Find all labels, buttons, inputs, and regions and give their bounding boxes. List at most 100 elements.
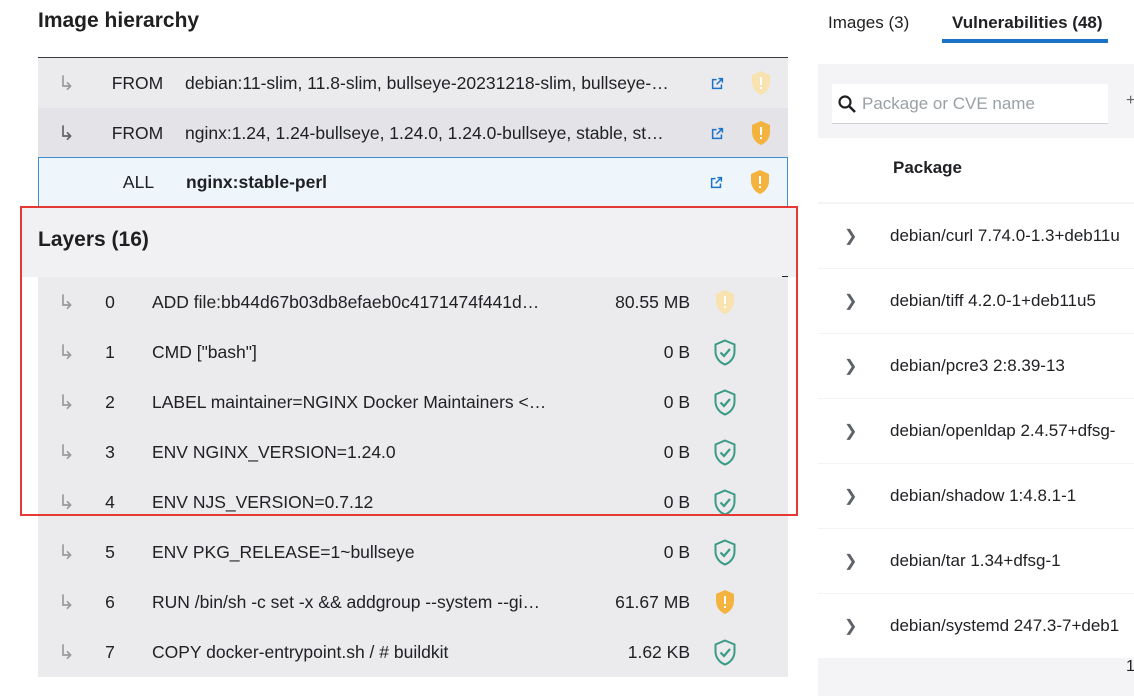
- subdirectory-arrow-icon: ↳: [58, 72, 75, 95]
- package-name: debian/tiff 4.2.0-1+deb11u5: [890, 291, 1096, 310]
- package-row[interactable]: ❯ debian/openldap 2.4.57+dfsg-: [818, 399, 1134, 463]
- search-icon: [832, 94, 862, 114]
- chevron-right-icon[interactable]: ❯: [818, 616, 890, 636]
- hierarchy-image-name: nginx:stable-perl: [186, 171, 327, 192]
- layer-command: CMD ["bash"]: [152, 341, 257, 362]
- tab-images[interactable]: Images (3): [828, 13, 909, 33]
- package-row[interactable]: ❯ debian/tiff 4.2.0-1+deb11u5: [818, 269, 1134, 333]
- package-name: debian/tar 1.34+dfsg-1: [890, 551, 1061, 570]
- app-root: Image hierarchy ↳ FROM debian:11-slim, 1…: [0, 0, 1134, 696]
- verified-shield-icon: [690, 438, 760, 466]
- chevron-right-icon[interactable]: ❯: [818, 551, 890, 571]
- pagination[interactable]: 1: [1126, 658, 1134, 676]
- warning-shield-icon: [733, 120, 788, 146]
- package-header-label: Package: [893, 158, 962, 177]
- tab-vulnerabilities[interactable]: Vulnerabilities (48): [952, 13, 1103, 33]
- search-box: [832, 84, 1108, 124]
- layer-row[interactable]: ↳ 6 RUN /bin/sh -c set -x && addgroup --sy…: [38, 577, 788, 627]
- verified-shield-icon: [690, 388, 760, 416]
- hierarchy-image-name: debian:11-slim, 11.8-slim, bullseye-2023…: [185, 72, 683, 93]
- package-name: debian/shadow 1:4.8.1-1: [890, 486, 1077, 505]
- layer-size: 0 B: [663, 341, 690, 362]
- chevron-right-icon[interactable]: ❯: [818, 356, 890, 376]
- layer-index: 0: [105, 291, 115, 312]
- subdirectory-arrow-icon: ↳: [58, 291, 75, 314]
- hierarchy-kind: FROM: [111, 122, 164, 143]
- package-name: debian/pcre3 2:8.39-13: [890, 356, 1065, 375]
- subdirectory-arrow-icon: ↳: [58, 641, 75, 664]
- layer-size: 80.55 MB: [615, 291, 690, 312]
- image-hierarchy-panel: Image hierarchy ↳ FROM debian:11-slim, 1…: [0, 0, 800, 696]
- layer-row[interactable]: ↳ 7 COPY docker-entrypoint.sh / # buildkit…: [38, 627, 788, 677]
- subdirectory-arrow-icon: ↳: [58, 341, 75, 364]
- image-hierarchy-title: Image hierarchy: [38, 9, 200, 32]
- layer-command: LABEL maintainer=NGINX Docker Maintainer…: [152, 391, 556, 412]
- package-row[interactable]: ❯ debian/pcre3 2:8.39-13: [818, 334, 1134, 398]
- package-row[interactable]: ❯ debian/systemd 247.3-7+deb1: [818, 594, 1134, 658]
- hierarchy-kind: FROM: [111, 72, 164, 93]
- vulnerabilities-panel: Images (3) Vulnerabilities (48) + Packag…: [800, 0, 1134, 696]
- layer-index: 6: [105, 591, 115, 612]
- verified-shield-icon: [690, 338, 760, 366]
- layer-size: 0 B: [663, 441, 690, 462]
- open-in-new-icon[interactable]: [701, 126, 733, 141]
- hierarchy-image-name: nginx:1.24, 1.24-bullseye, 1.24.0, 1.24.…: [185, 122, 701, 143]
- package-column-header: Package: [818, 138, 1134, 202]
- layers-title: Layers (16): [38, 228, 149, 251]
- package-name: debian/systemd 247.3-7+deb1: [890, 616, 1120, 635]
- package-name: debian/curl 7.74.0-1.3+deb11u: [890, 226, 1120, 245]
- package-row[interactable]: ❯ debian/shadow 1:4.8.1-1: [818, 464, 1134, 528]
- hierarchy-row-selected[interactable]: ALL nginx:stable-perl: [38, 157, 788, 207]
- add-filter-icon[interactable]: +: [1126, 92, 1134, 110]
- layer-index: 3: [105, 441, 115, 462]
- package-row[interactable]: ❯ debian/tar 1.34+dfsg-1: [818, 529, 1134, 593]
- layer-row[interactable]: ↳ 5 ENV PKG_RELEASE=1~bullseye 0 B: [38, 527, 788, 577]
- subdirectory-arrow-icon: ↳: [58, 122, 75, 145]
- layer-command: ADD file:bb44d67b03db8efaeb0c4171474f441…: [152, 291, 549, 312]
- layer-size: 0 B: [663, 391, 690, 412]
- layer-row[interactable]: ↳ 2 LABEL maintainer=NGINX Docker Maintain…: [38, 377, 788, 427]
- verified-shield-icon: [690, 488, 760, 516]
- layer-row[interactable]: ↳ 0 ADD file:bb44d67b03db8efaeb0c4171474f4…: [38, 277, 788, 327]
- layer-size: 61.67 MB: [615, 591, 690, 612]
- subdirectory-arrow-icon: ↳: [58, 491, 75, 514]
- layer-command: ENV NJS_VERSION=0.7.12: [152, 491, 374, 512]
- hierarchy-kind: ALL: [122, 171, 155, 192]
- hierarchy-row[interactable]: ↳ FROM debian:11-slim, 11.8-slim, bullse…: [38, 58, 788, 108]
- layer-index: 2: [105, 391, 115, 412]
- layer-command: ENV NGINX_VERSION=1.24.0: [152, 441, 396, 462]
- layer-size: 0 B: [663, 541, 690, 562]
- layer-row[interactable]: ↳ 4 ENV NJS_VERSION=0.7.12 0 B: [38, 477, 788, 527]
- hierarchy-row[interactable]: ↳ FROM nginx:1.24, 1.24-bullseye, 1.24.0…: [38, 108, 788, 158]
- chevron-right-icon[interactable]: ❯: [818, 226, 890, 246]
- layer-row[interactable]: ↳ 1 CMD ["bash"] 0 B: [38, 327, 788, 377]
- subdirectory-arrow-icon: ↳: [58, 591, 75, 614]
- package-row[interactable]: ❯ debian/curl 7.74.0-1.3+deb11u: [818, 204, 1134, 268]
- warning-shield-icon: [733, 70, 788, 96]
- open-in-new-icon[interactable]: [701, 76, 733, 91]
- warning-shield-icon: [732, 169, 787, 195]
- layer-command: RUN /bin/sh -c set -x && addgroup --syst…: [152, 591, 555, 612]
- chevron-right-icon[interactable]: ❯: [818, 421, 890, 441]
- layer-size: 0 B: [663, 491, 690, 512]
- verified-shield-icon: [690, 638, 760, 666]
- package-name: debian/openldap 2.4.57+dfsg-: [890, 421, 1116, 440]
- open-in-new-icon[interactable]: [700, 175, 732, 190]
- subdirectory-arrow-icon: ↳: [58, 441, 75, 464]
- search-input[interactable]: [862, 93, 1102, 114]
- layer-size: 1.62 KB: [627, 641, 690, 662]
- layer-index: 1: [105, 341, 115, 362]
- layer-command: ENV PKG_RELEASE=1~bullseye: [152, 541, 415, 562]
- layer-index: 4: [105, 491, 115, 512]
- warning-shield-icon: [690, 289, 760, 315]
- active-tab-indicator: [942, 39, 1108, 43]
- warning-shield-icon: [690, 589, 760, 615]
- subdirectory-arrow-icon: ↳: [58, 391, 75, 414]
- layer-command: COPY docker-entrypoint.sh / # buildkit: [152, 641, 449, 662]
- verified-shield-icon: [690, 538, 760, 566]
- subdirectory-arrow-icon: ↳: [58, 541, 75, 564]
- layer-row[interactable]: ↳ 3 ENV NGINX_VERSION=1.24.0 0 B: [38, 427, 788, 477]
- chevron-right-icon[interactable]: ❯: [818, 486, 890, 506]
- layer-index: 5: [105, 541, 115, 562]
- chevron-right-icon[interactable]: ❯: [818, 291, 890, 311]
